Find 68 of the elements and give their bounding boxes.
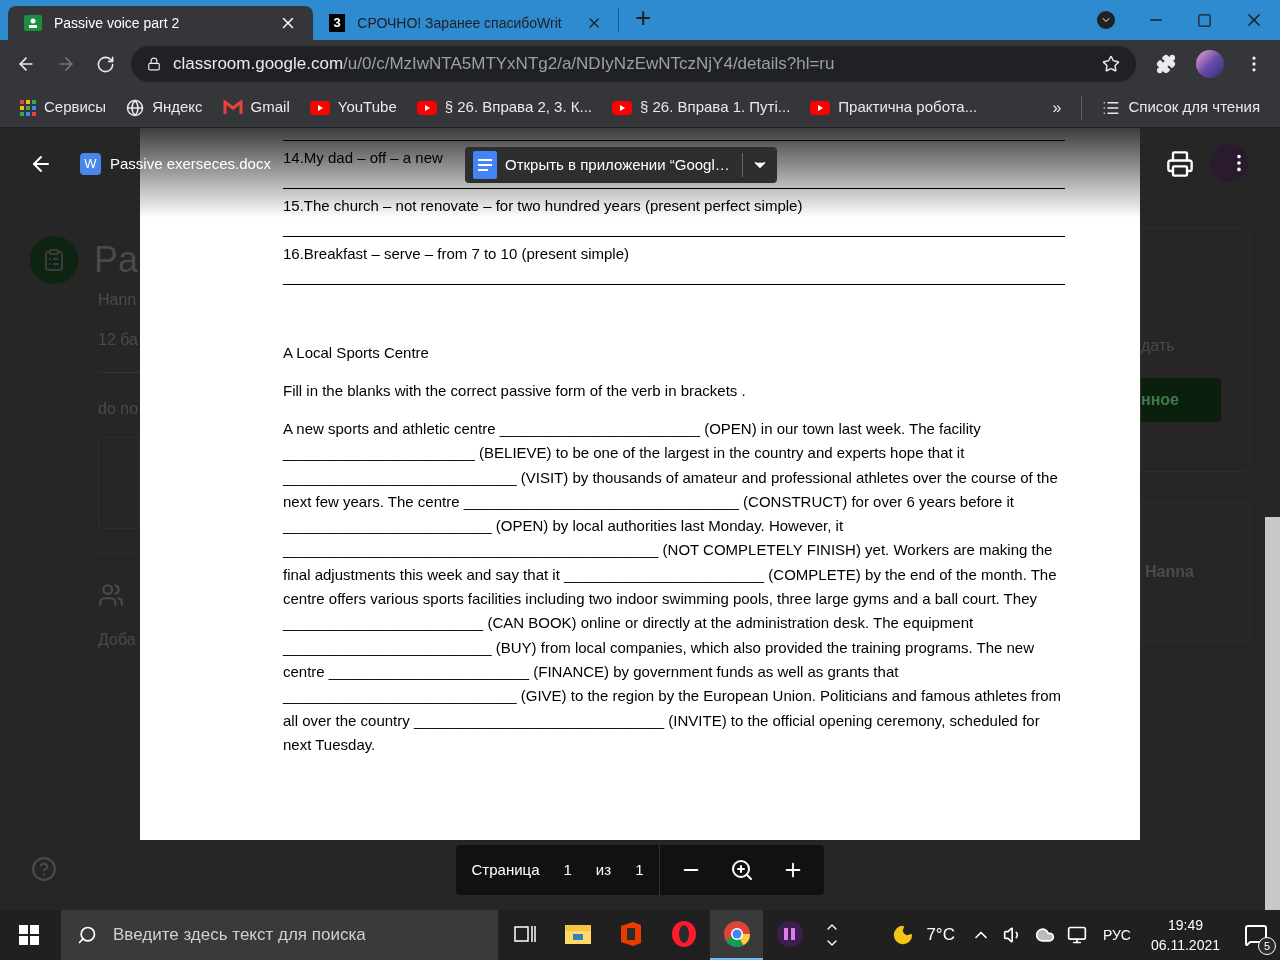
lock-icon (147, 57, 161, 71)
bookmark-link[interactable]: Gmail (222, 96, 290, 119)
passage-text: A new sports and athletic centre ________________________ (OPEN) in our town last week. The facility _______________________ (BELIEVE) to be one of the largest in the country and experts hope that it ____________________________ (VISIT) by thousands of amateur and professional athletes over the course of the next few years. The centre _________________________________ (CONSTRUCT) for over 6 years before it _________________________ (OPEN) by local authorities last Monday. However, it _____________________________________________ (NOT COMPLETELY FINISH) yet. Workers are making the final adjustments this week and say that it ________________________ (COMPLETE) by the end of the month. The centre offers various sports facilities including two indoor swimming pools, three large gyms and a ball court. They ________________________ (CAN BOOK) online or directly at the administration desk. The equipment _________________________ (BUY) from local companies, which also provided the training programs. The new centre ________________________ (FINANCE) by government funds as well as grants that ____________________________ (GIVE) to the region by the European Union. Politicians and famous athletes from all over the country ______________________________ (INVITE) to the official opening ceremony, scheduled for next Tuesday. (283, 419, 1063, 755)
weather-text: 7°C (926, 924, 955, 947)
classroom-icon (24, 15, 42, 31)
tab-title: СРОЧНО! Заранее спасибоWrit (357, 13, 562, 33)
moon-icon (892, 924, 915, 946)
tab-search-button[interactable] (1097, 11, 1115, 29)
new-tab-button[interactable]: + (619, 4, 668, 40)
browser-tab[interactable]: 3 СРОЧНО! Заранее спасибоWrit (313, 6, 618, 40)
extensions-icon[interactable] (1156, 54, 1176, 74)
page-of-label: из (595, 859, 612, 880)
zoom-in-icon[interactable] (730, 858, 755, 882)
word-file-icon: W (80, 153, 101, 175)
video-play-icon (810, 100, 831, 115)
mail-m-icon (222, 100, 243, 115)
address-bar[interactable]: classroom.google.com/u/0/c/MzIwNTA5MTYxNTg2/a/NDIyNzEwNTczNjY4/details?hl=ru (131, 46, 1136, 82)
page-total: 1 (635, 859, 644, 880)
bookmark-link[interactable]: § 26. Вправа 2, 3. К... (416, 96, 592, 119)
bookmark-link[interactable]: § 26. Вправа 1. Путі... (612, 96, 791, 119)
document-icon (473, 151, 497, 179)
folder-icon (563, 922, 592, 946)
opera-icon (669, 920, 698, 948)
bookmark-link[interactable]: Сервисы (20, 96, 107, 119)
maximize-icon[interactable] (1197, 12, 1212, 28)
bookmarks-overflow-button[interactable]: » (1052, 95, 1062, 120)
language-indicator[interactable]: РУС (1102, 924, 1131, 946)
profile-avatar[interactable] (1196, 50, 1224, 78)
open-in-app-button[interactable]: Открыть в приложении “Googl… (465, 147, 777, 183)
bookmark-link[interactable]: YouTube (309, 96, 397, 119)
video-play-icon (416, 100, 437, 115)
video-play-icon (612, 100, 632, 115)
reload-icon[interactable] (96, 54, 115, 74)
chrome-icon (722, 920, 751, 948)
reading-list-button[interactable]: Список для чтения (1102, 96, 1260, 119)
people-icon (98, 582, 124, 608)
page-number: 1 (563, 859, 572, 880)
office-icon (618, 921, 643, 947)
assignment-icon (30, 236, 78, 284)
bookmark-link[interactable]: Яндекс (126, 96, 203, 119)
bookmark-link[interactable]: Практична робота... (810, 96, 978, 119)
clock[interactable]: 19:49 06.11.2021 (1150, 915, 1220, 955)
video-play-icon (309, 100, 330, 115)
bookmark-star-icon[interactable] (1102, 55, 1120, 73)
url-text: classroom.google.com/u/0/c/MzIwNTA5MTYxNTg2/a/NDIyNzEwNTczNjY4/details?hl=ru (173, 53, 835, 76)
taskbar-app-button[interactable] (710, 910, 763, 960)
browser-tab[interactable]: Passive voice part 2 (8, 6, 313, 40)
file-name: Passive exerseces.docx (110, 153, 271, 174)
search-icon (77, 925, 97, 945)
notification-count: 5 (1258, 937, 1276, 955)
exercise-text: 16.Breakfast – serve – from 7 to 10 (present simple) (283, 245, 629, 262)
windows-start-icon[interactable] (19, 925, 39, 945)
profile-avatar[interactable] (1210, 144, 1248, 182)
page-label: Страница (471, 859, 540, 880)
cloud-icon[interactable] (1034, 925, 1055, 945)
app-icon (775, 920, 804, 948)
apps-grid-icon (20, 99, 36, 116)
task-view-icon (513, 924, 536, 944)
taskbar-search-field[interactable]: Введите здесь текст для поиска (61, 910, 498, 960)
exercise-text: 14.My dad – off – a new (283, 149, 443, 166)
globe-icon (126, 98, 145, 117)
site-favicon: 3 (329, 14, 346, 32)
exercise-text: 15.The church – not renovate – for two hundred years (present perfect simple) (283, 197, 803, 214)
instruction-text: Fill in the blanks with the correct passive form of the verb in brackets . (283, 381, 747, 401)
tab-title: Passive voice part 2 (54, 13, 180, 33)
network-icon[interactable] (1066, 925, 1087, 945)
print-icon[interactable] (1166, 150, 1194, 178)
section-title: A Local Sports Centre (283, 343, 430, 363)
